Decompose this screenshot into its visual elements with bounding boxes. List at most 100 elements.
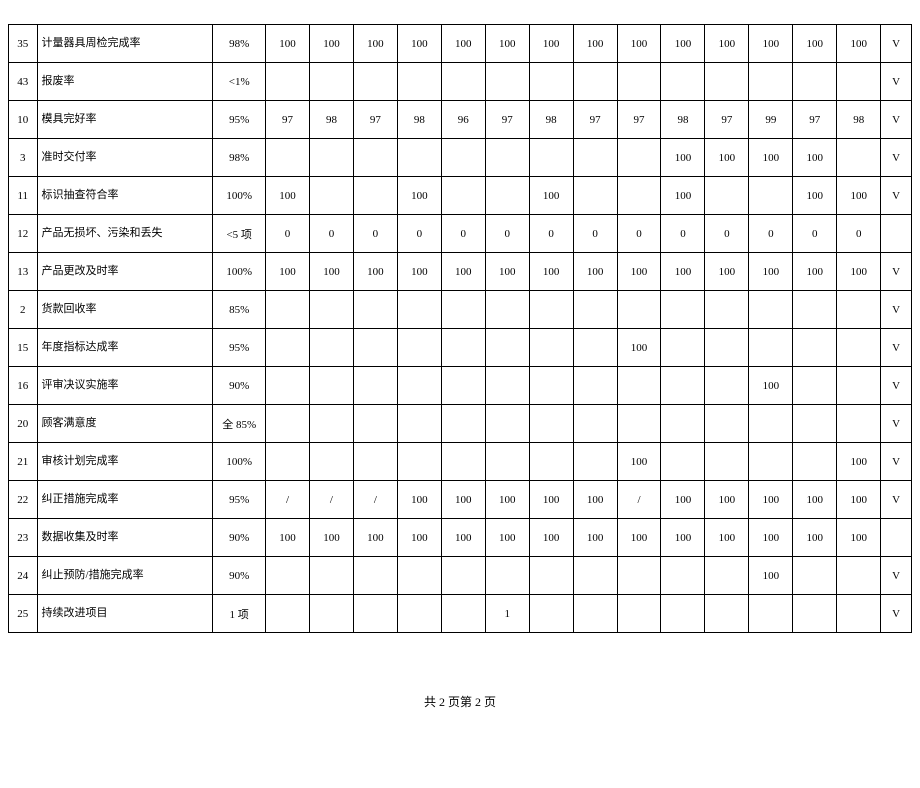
row-value: [441, 177, 485, 215]
row-value: [793, 291, 837, 329]
row-value: [837, 139, 881, 177]
row-value: [661, 291, 705, 329]
row-name: 纠止预防/措施完成率: [37, 557, 213, 595]
row-value: [397, 63, 441, 101]
row-value: 100: [793, 481, 837, 519]
row-value: [485, 291, 529, 329]
row-target: 95%: [213, 481, 266, 519]
row-name: 年度指标达成率: [37, 329, 213, 367]
row-value: 100: [573, 25, 617, 63]
row-value: [749, 405, 793, 443]
row-target: <5 项: [213, 215, 266, 253]
row-value: 0: [441, 215, 485, 253]
row-name: 纠正措施完成率: [37, 481, 213, 519]
row-name: 货款回收率: [37, 291, 213, 329]
row-target: 1 项: [213, 595, 266, 633]
row-value: [661, 367, 705, 405]
row-value: /: [617, 481, 661, 519]
row-value: [529, 367, 573, 405]
row-value: 100: [793, 519, 837, 557]
row-value: 97: [573, 101, 617, 139]
row-value: 100: [309, 519, 353, 557]
row-name: 模具完好率: [37, 101, 213, 139]
row-value: 100: [661, 25, 705, 63]
row-value: 100: [661, 177, 705, 215]
row-value: 100: [793, 25, 837, 63]
table-row: 21审核计划完成率100%100100V: [9, 443, 912, 481]
row-index: 16: [9, 367, 38, 405]
row-value: [441, 405, 485, 443]
row-value: [397, 367, 441, 405]
row-value: [749, 329, 793, 367]
row-value: 97: [485, 101, 529, 139]
row-value: 100: [529, 481, 573, 519]
row-name: 准时交付率: [37, 139, 213, 177]
row-value: [485, 329, 529, 367]
row-flag: V: [881, 481, 912, 519]
row-value: [749, 177, 793, 215]
row-flag: V: [881, 443, 912, 481]
row-value: 100: [397, 177, 441, 215]
row-value: 100: [573, 481, 617, 519]
row-value: 98: [837, 101, 881, 139]
row-value: 100: [529, 177, 573, 215]
row-flag: V: [881, 63, 912, 101]
row-value: [266, 367, 310, 405]
table-row: 23数据收集及时率90%1001001001001001001001001001…: [9, 519, 912, 557]
row-index: 2: [9, 291, 38, 329]
row-value: 100: [749, 25, 793, 63]
table-row: 24纠止预防/措施完成率90%100V: [9, 557, 912, 595]
row-value: 0: [573, 215, 617, 253]
row-index: 10: [9, 101, 38, 139]
row-value: 100: [617, 519, 661, 557]
row-value: [749, 291, 793, 329]
row-value: 100: [485, 253, 529, 291]
row-value: [793, 557, 837, 595]
row-value: [617, 63, 661, 101]
row-value: 98: [309, 101, 353, 139]
row-value: 100: [397, 519, 441, 557]
row-value: 0: [485, 215, 529, 253]
row-value: 100: [397, 253, 441, 291]
row-value: 100: [749, 557, 793, 595]
row-value: 100: [353, 25, 397, 63]
row-index: 20: [9, 405, 38, 443]
row-value: 100: [573, 519, 617, 557]
row-value: 100: [485, 481, 529, 519]
table-row: 3准时交付率98%100100100100V: [9, 139, 912, 177]
row-index: 35: [9, 25, 38, 63]
row-value: [529, 595, 573, 633]
row-value: [529, 291, 573, 329]
row-index: 25: [9, 595, 38, 633]
row-value: 100: [441, 25, 485, 63]
row-name: 顾客满意度: [37, 405, 213, 443]
row-value: [441, 329, 485, 367]
row-flag: [881, 215, 912, 253]
row-value: 100: [266, 519, 310, 557]
row-flag: V: [881, 329, 912, 367]
row-index: 24: [9, 557, 38, 595]
row-value: [573, 405, 617, 443]
row-target: 90%: [213, 519, 266, 557]
row-value: [573, 177, 617, 215]
row-value: [353, 63, 397, 101]
row-value: 100: [749, 481, 793, 519]
row-value: 0: [749, 215, 793, 253]
table-row: 10模具完好率95%9798979896979897979897999798V: [9, 101, 912, 139]
row-flag: V: [881, 101, 912, 139]
row-value: [573, 63, 617, 101]
row-value: 100: [837, 481, 881, 519]
row-value: 0: [397, 215, 441, 253]
row-value: 0: [309, 215, 353, 253]
row-value: [749, 595, 793, 633]
row-value: [309, 63, 353, 101]
row-value: 100: [661, 519, 705, 557]
row-index: 43: [9, 63, 38, 101]
row-target: <1%: [213, 63, 266, 101]
row-target: 90%: [213, 557, 266, 595]
row-value: 100: [837, 253, 881, 291]
row-value: [705, 557, 749, 595]
row-value: 96: [441, 101, 485, 139]
row-value: 100: [529, 519, 573, 557]
row-value: [266, 557, 310, 595]
